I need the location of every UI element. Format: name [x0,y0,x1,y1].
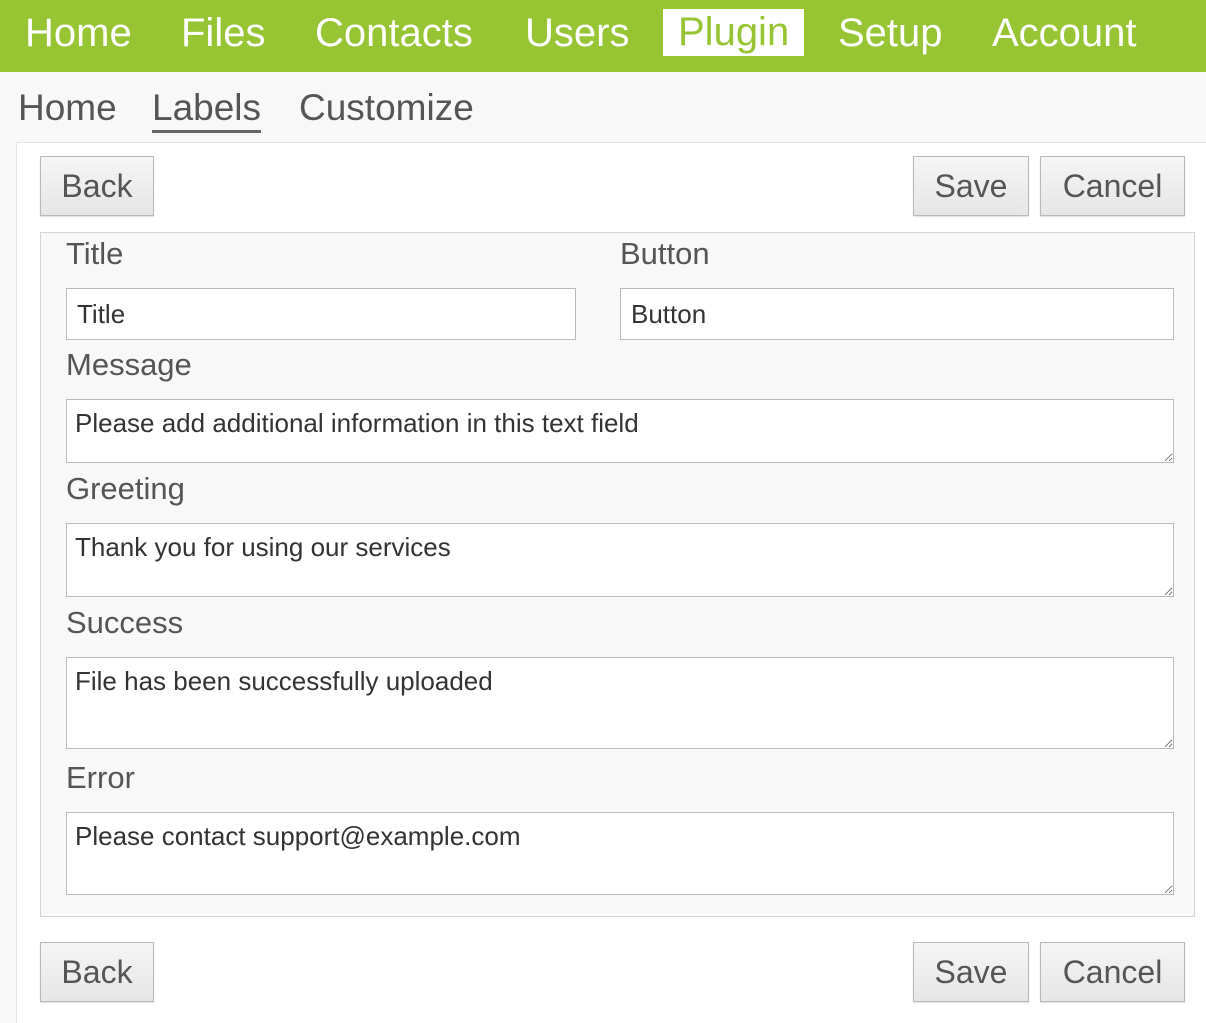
greeting-label: Greeting [66,471,185,506]
nav-item-home[interactable]: Home [25,0,132,72]
sub-nav-labels[interactable]: Labels [152,86,262,133]
button-input[interactable] [620,288,1174,340]
back-button-bottom[interactable]: Back [40,942,154,1002]
nav-item-setup[interactable]: Setup [838,0,943,72]
error-label: Error [66,760,135,795]
nav-item-files[interactable]: Files [181,0,265,72]
sub-nav-home[interactable]: Home [18,86,117,130]
cancel-button-top[interactable]: Cancel [1040,156,1185,216]
nav-item-account[interactable]: Account [992,0,1137,72]
success-textarea[interactable]: File has been successfully uploaded [66,657,1174,749]
sub-nav-customize[interactable]: Customize [299,86,474,130]
greeting-textarea[interactable]: Thank you for using our services [66,523,1174,597]
save-button-top[interactable]: Save [913,156,1029,216]
title-label: Title [66,236,124,271]
back-button-top[interactable]: Back [40,156,154,216]
top-nav: Home Files Contacts Users Plugin Setup A… [0,0,1206,72]
save-button-bottom[interactable]: Save [913,942,1029,1002]
error-textarea[interactable]: Please contact support@example.com [66,812,1174,895]
sub-nav: Home Labels Customize [0,72,1206,142]
title-input[interactable] [66,288,576,340]
nav-item-contacts[interactable]: Contacts [315,0,473,72]
cancel-button-bottom[interactable]: Cancel [1040,942,1185,1002]
success-label: Success [66,605,184,640]
message-textarea[interactable]: Please add additional information in thi… [66,399,1174,463]
button-label: Button [620,236,710,271]
message-label: Message [66,347,192,382]
nav-item-plugin[interactable]: Plugin [663,9,805,56]
nav-item-users[interactable]: Users [525,0,629,72]
